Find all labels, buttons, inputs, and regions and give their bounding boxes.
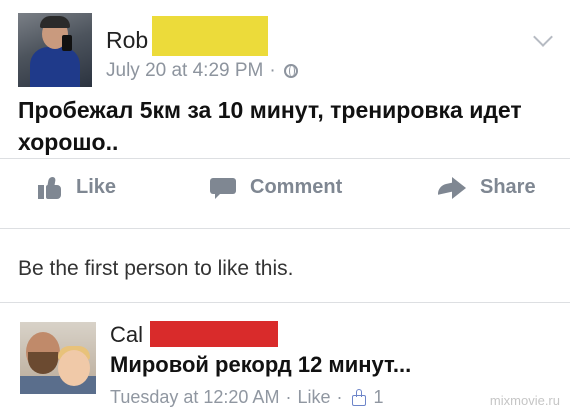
commenter-name[interactable]: Cal [110, 322, 143, 348]
name-redaction-bar [152, 16, 268, 56]
comment-like-count[interactable]: 1 [373, 387, 383, 408]
name-redaction-bar [150, 321, 278, 347]
divider [0, 302, 570, 303]
like-button[interactable]: Like [38, 176, 116, 199]
meta-separator: · [336, 387, 343, 407]
post-meta: July 20 at 4:29 PM · [106, 60, 298, 82]
divider [0, 228, 570, 229]
watermark: mixmovie.ru [489, 393, 560, 408]
like-button-label: Like [76, 176, 117, 198]
post-author-avatar[interactable] [18, 13, 92, 87]
chevron-down-icon[interactable] [533, 27, 553, 47]
commenter-avatar[interactable] [20, 322, 96, 394]
likes-summary: Be the first person to like this. [18, 257, 294, 280]
comment-timestamp[interactable]: Tuesday at 12:20 AM [110, 387, 279, 408]
divider [0, 158, 570, 159]
comment-meta: Tuesday at 12:20 AM · Like · 1 [110, 387, 383, 408]
meta-separator: · [285, 387, 292, 407]
comment-button[interactable]: Comment [210, 176, 342, 199]
share-arrow-icon [438, 176, 466, 199]
thumbs-up-icon [38, 176, 62, 199]
meta-separator: · [269, 60, 276, 81]
comment-text: Мировой рекорд 12 минут... [110, 352, 412, 377]
thumbs-up-icon[interactable] [350, 388, 368, 407]
post-text: Пробежал 5км за 10 минут, тренировка иде… [18, 97, 522, 155]
post-author-name[interactable]: Rob [106, 27, 148, 54]
comment-like-link[interactable]: Like [297, 387, 330, 408]
share-button-label: Share [480, 176, 536, 198]
comment-bubble-icon [210, 177, 236, 199]
comment-button-label: Comment [250, 176, 343, 198]
post-timestamp[interactable]: July 20 at 4:29 PM [106, 60, 263, 82]
share-button[interactable]: Share [438, 176, 536, 199]
globe-icon[interactable] [283, 64, 298, 78]
